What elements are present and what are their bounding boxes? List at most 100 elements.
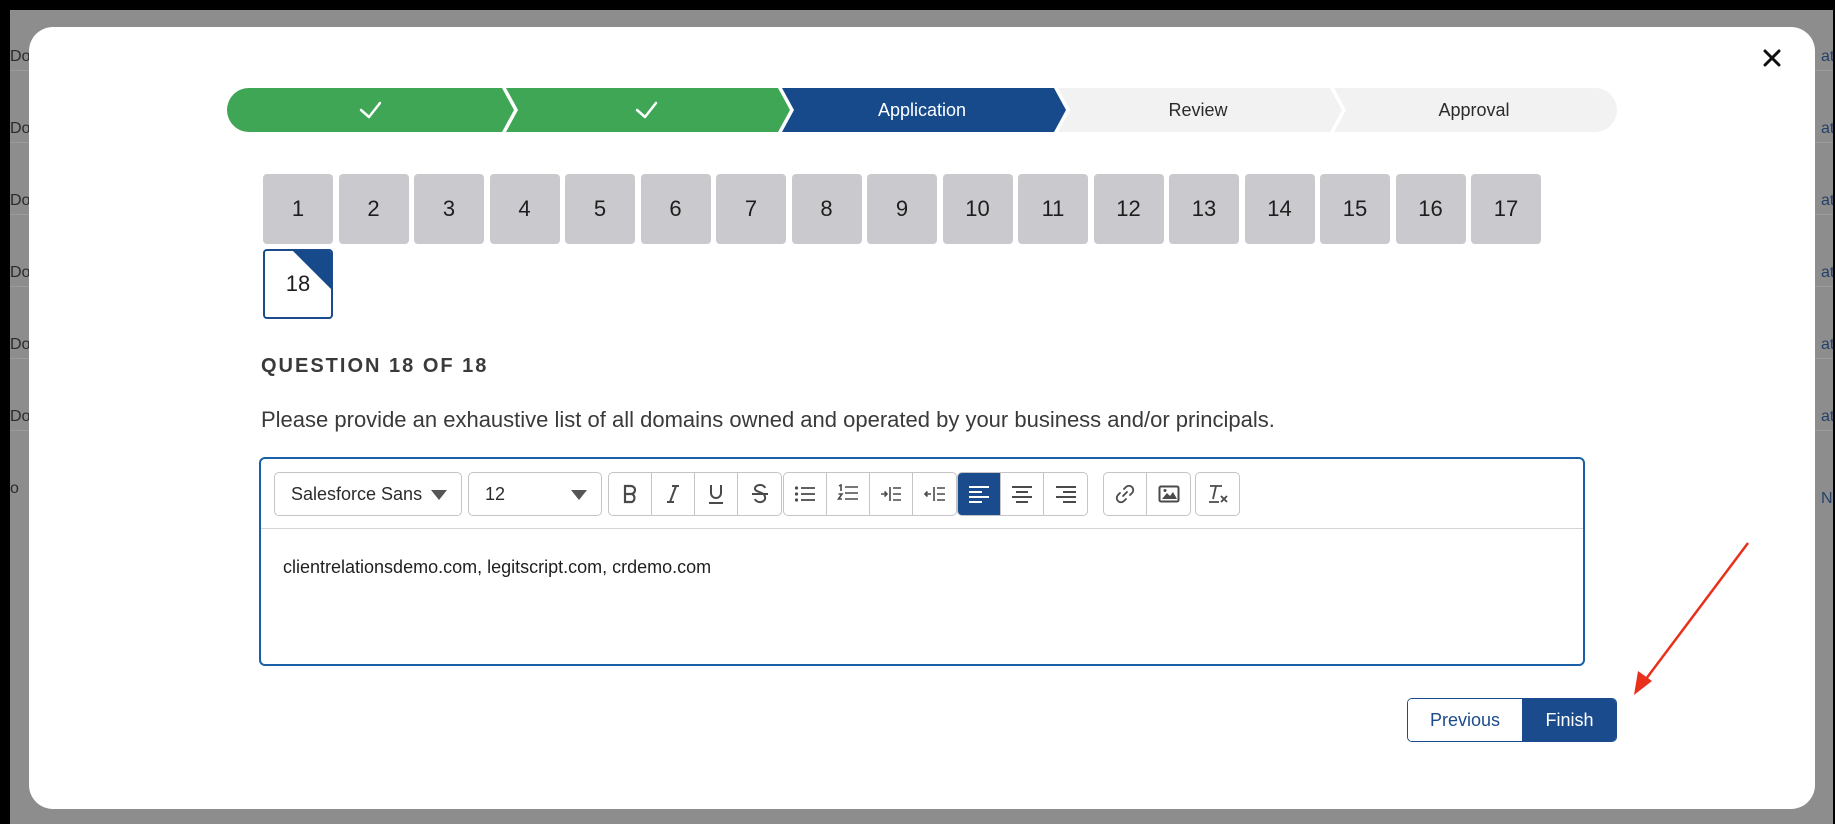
question-number-label: 9 bbox=[895, 196, 909, 221]
question-6-button[interactable]: 6 bbox=[640, 174, 711, 244]
question-number-label: 2 bbox=[367, 196, 380, 221]
bg-row-link: at bbox=[1821, 48, 1833, 65]
text-style-group bbox=[608, 472, 782, 516]
navigation-buttons: Previous Finish bbox=[1407, 698, 1617, 742]
align-right-icon bbox=[1055, 486, 1076, 503]
question-13-button[interactable]: 13 bbox=[1169, 174, 1239, 244]
question-number-label: 5 bbox=[593, 196, 607, 221]
question-15-button[interactable]: 15 bbox=[1320, 174, 1390, 244]
bg-row-text: Do bbox=[10, 120, 31, 137]
progress-step-review[interactable]: Review bbox=[1063, 88, 1333, 132]
question-number-label: 15 bbox=[1342, 196, 1368, 221]
align-right-button[interactable] bbox=[1044, 473, 1087, 515]
rich-text-editor[interactable]: Salesforce Sans 12 clientrelationsdemo.c… bbox=[259, 457, 1585, 666]
progress-path: Application Review Approval bbox=[227, 88, 1617, 132]
clear-format-icon bbox=[1208, 485, 1228, 503]
question-number-label: 4 bbox=[518, 196, 531, 221]
underline-button[interactable] bbox=[695, 473, 738, 515]
bg-row-link: at bbox=[1821, 192, 1833, 209]
question-number-label: 12 bbox=[1116, 196, 1141, 221]
bg-row-text: o bbox=[10, 480, 19, 497]
question-number-label: 13 bbox=[1191, 196, 1217, 221]
numbered-list-button[interactable] bbox=[827, 473, 870, 515]
editor-toolbar: Salesforce Sans 12 bbox=[261, 459, 1583, 529]
clear-format-button[interactable] bbox=[1196, 473, 1239, 515]
italic-icon bbox=[667, 485, 679, 503]
strikethrough-button[interactable] bbox=[738, 473, 781, 515]
align-center-button[interactable] bbox=[1001, 473, 1044, 515]
numbered-list-icon bbox=[837, 484, 858, 500]
question-14-button[interactable]: 14 bbox=[1244, 174, 1315, 244]
image-icon bbox=[1158, 485, 1179, 503]
bullet-list-button[interactable] bbox=[784, 473, 827, 515]
font-family-value: Salesforce Sans bbox=[291, 483, 423, 504]
alignment-group bbox=[957, 472, 1088, 516]
progress-step-application[interactable]: Application bbox=[787, 88, 1057, 132]
bullet-list-icon bbox=[794, 486, 815, 502]
chevron-down-icon bbox=[431, 490, 447, 500]
close-button[interactable] bbox=[1758, 44, 1786, 72]
bg-row-text: Do bbox=[10, 264, 31, 281]
bg-row-link: at bbox=[1821, 120, 1833, 137]
question-10-button[interactable]: 10 bbox=[942, 174, 1013, 244]
italic-button[interactable] bbox=[652, 473, 695, 515]
bg-row-text: Do bbox=[10, 192, 31, 209]
question-16-button[interactable]: 16 bbox=[1395, 174, 1466, 244]
indent-button[interactable] bbox=[870, 473, 913, 515]
question-5-button[interactable]: 5 bbox=[565, 174, 635, 244]
question-11-button[interactable]: 11 bbox=[1018, 174, 1088, 244]
question-number-label: 1 bbox=[291, 196, 305, 221]
indent-icon bbox=[881, 487, 901, 501]
link-button[interactable] bbox=[1104, 473, 1147, 515]
question-18-button[interactable]: 18 bbox=[263, 249, 333, 319]
question-number-label: 7 bbox=[744, 196, 758, 221]
chevron-down-icon bbox=[571, 490, 587, 500]
question-number-label: 16 bbox=[1418, 196, 1443, 221]
bg-row-link: at bbox=[1821, 264, 1833, 281]
outdent-icon bbox=[923, 487, 945, 501]
question-8-button[interactable]: 8 bbox=[791, 174, 862, 244]
question-2-button[interactable]: 2 bbox=[338, 174, 409, 244]
bg-row-link: at bbox=[1821, 336, 1833, 353]
bg-row-link: at bbox=[1821, 408, 1833, 425]
question-7-button[interactable]: 7 bbox=[716, 174, 786, 244]
progress-step-2-shape bbox=[506, 88, 790, 132]
question-text: Please provide an exhaustive list of all… bbox=[261, 407, 1275, 432]
bg-row-text: Do bbox=[10, 408, 31, 425]
insert-group bbox=[1103, 472, 1191, 516]
bg-row-text: Do bbox=[10, 336, 31, 353]
question-4-button[interactable]: 4 bbox=[489, 174, 560, 244]
font-size-select[interactable]: 12 bbox=[468, 472, 602, 516]
align-left-button[interactable] bbox=[958, 473, 1001, 515]
progress-step-1-shape bbox=[227, 88, 514, 132]
strikethrough-icon bbox=[751, 483, 768, 504]
question-12-button[interactable]: 12 bbox=[1093, 174, 1164, 244]
font-size-value: 12 bbox=[485, 483, 506, 504]
question-1-button[interactable]: 1 bbox=[263, 174, 333, 244]
question-number-label: 14 bbox=[1267, 196, 1292, 221]
underline-icon bbox=[709, 485, 723, 504]
image-button[interactable] bbox=[1147, 473, 1190, 515]
align-left-icon bbox=[969, 486, 989, 503]
question-number-label: 6 bbox=[669, 196, 682, 221]
bold-button[interactable] bbox=[609, 473, 652, 515]
outdent-button[interactable] bbox=[913, 473, 956, 515]
align-center-icon bbox=[1012, 486, 1032, 503]
link-icon bbox=[1115, 484, 1135, 504]
question-number-label: 10 bbox=[965, 196, 990, 221]
annotation-arrow bbox=[1634, 542, 1749, 695]
question-number-label: 11 bbox=[1041, 196, 1065, 221]
font-family-select[interactable]: Salesforce Sans bbox=[274, 472, 462, 516]
question-number-label: 8 bbox=[820, 196, 833, 221]
clear-group bbox=[1195, 472, 1240, 516]
question-3-button[interactable]: 3 bbox=[414, 174, 484, 244]
progress-step-approval[interactable]: Approval bbox=[1339, 88, 1609, 132]
question-9-button[interactable]: 9 bbox=[867, 174, 937, 244]
previous-button[interactable]: Previous bbox=[1408, 699, 1523, 741]
bg-row-link: N bbox=[1821, 490, 1833, 507]
finish-button[interactable]: Finish bbox=[1523, 699, 1616, 741]
editor-content[interactable]: clientrelationsdemo.com, legitscript.com… bbox=[283, 557, 711, 578]
question-17-button[interactable]: 17 bbox=[1471, 174, 1541, 244]
question-heading: QUESTION 18 OF 18 bbox=[261, 355, 489, 377]
question-number-label: 18 bbox=[285, 271, 311, 296]
